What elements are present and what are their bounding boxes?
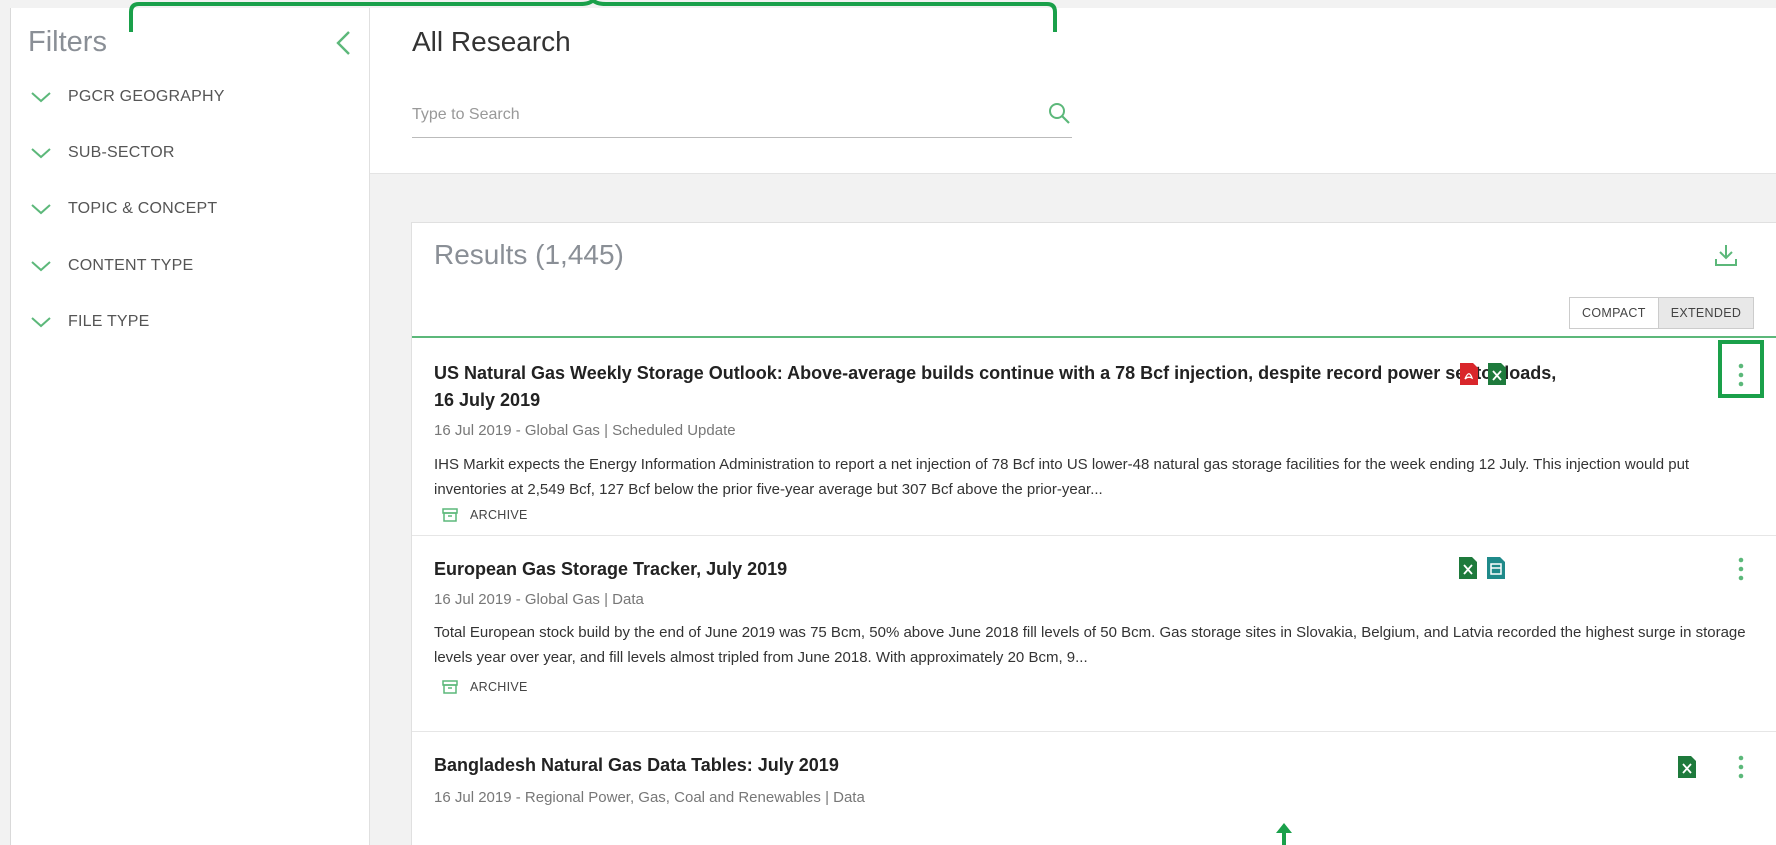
excel-icon[interactable] [1488,363,1506,385]
filter-sub-sector[interactable]: SUB-SECTOR [28,138,175,168]
view-toggle: COMPACT EXTENDED [1569,297,1755,329]
chevron-down-icon [31,148,51,159]
download-icon[interactable] [1712,241,1740,269]
search-input[interactable] [412,100,1012,130]
filter-label: CONTENT TYPE [68,257,194,274]
result-meta: 16 Jul 2019 - Global Gas | Scheduled Upd… [434,422,736,439]
result-item: Bangladesh Natural Gas Data Tables: July… [412,732,1776,845]
data-file-icon[interactable] [1487,557,1505,579]
result-description: Total European stock build by the end of… [434,624,1746,666]
chevron-down-icon [31,204,51,215]
archive-icon [442,508,458,522]
sidebar-title: Filters [28,26,107,58]
filter-content-type[interactable]: CONTENT TYPE [28,251,193,281]
result-meta: 16 Jul 2019 - Global Gas | Data [434,591,644,608]
more-options-icon[interactable] [1736,556,1746,582]
result-description: IHS Markit expects the Energy Informatio… [434,456,1690,498]
archive-link[interactable]: ARCHIVE [442,508,528,522]
filter-label: SUB-SECTOR [68,144,175,161]
filter-file-type[interactable]: FILE TYPE [28,307,150,337]
result-meta: 16 Jul 2019 - Regional Power, Gas, Coal … [434,789,865,806]
more-options-icon[interactable] [1736,754,1746,780]
filter-label: PGCR GEOGRAPHY [68,88,225,105]
filter-label: FILE TYPE [68,313,150,330]
result-item: US Natural Gas Weekly Storage Outlook: A… [412,338,1776,536]
archive-label: ARCHIVE [470,680,528,694]
app-frame: Filters PGCR GEOGRAPHY SUB-SECTOR TOPIC … [0,0,1776,845]
annotation-highlight-box [1718,340,1764,398]
filter-pgcr-geography[interactable]: PGCR GEOGRAPHY [28,82,225,112]
result-title[interactable]: US Natural Gas Weekly Storage Outlook: A… [434,360,1574,414]
archive-icon [442,680,458,694]
archive-link[interactable]: ARCHIVE [442,680,528,694]
filters-sidebar: Filters PGCR GEOGRAPHY SUB-SECTOR TOPIC … [10,8,370,845]
pdf-icon[interactable] [1460,363,1478,385]
filter-label: TOPIC & CONCEPT [68,200,218,217]
chevron-down-icon [31,317,51,328]
archive-label: ARCHIVE [470,508,528,522]
extended-view-button[interactable]: EXTENDED [1657,298,1754,328]
search-icon[interactable] [1046,100,1072,126]
annotation-arrow-up-icon [1276,823,1292,845]
chevron-down-icon [31,261,51,272]
results-count-title: Results (1,445) [434,239,624,270]
filter-topic-concept[interactable]: TOPIC & CONCEPT [28,194,217,224]
search-bar [412,94,1072,138]
annotation-bracket [129,0,1057,32]
excel-icon[interactable] [1678,756,1696,778]
results-panel: Results (1,445) COMPACT EXTENDED US Natu… [411,222,1776,845]
excel-icon[interactable] [1459,557,1477,579]
result-title[interactable]: European Gas Storage Tracker, July 2019 [434,556,1574,583]
result-item: European Gas Storage Tracker, July 2019 … [412,536,1776,732]
chevron-down-icon [31,92,51,103]
result-title[interactable]: Bangladesh Natural Gas Data Tables: July… [434,752,1574,779]
compact-view-button[interactable]: COMPACT [1570,298,1658,328]
